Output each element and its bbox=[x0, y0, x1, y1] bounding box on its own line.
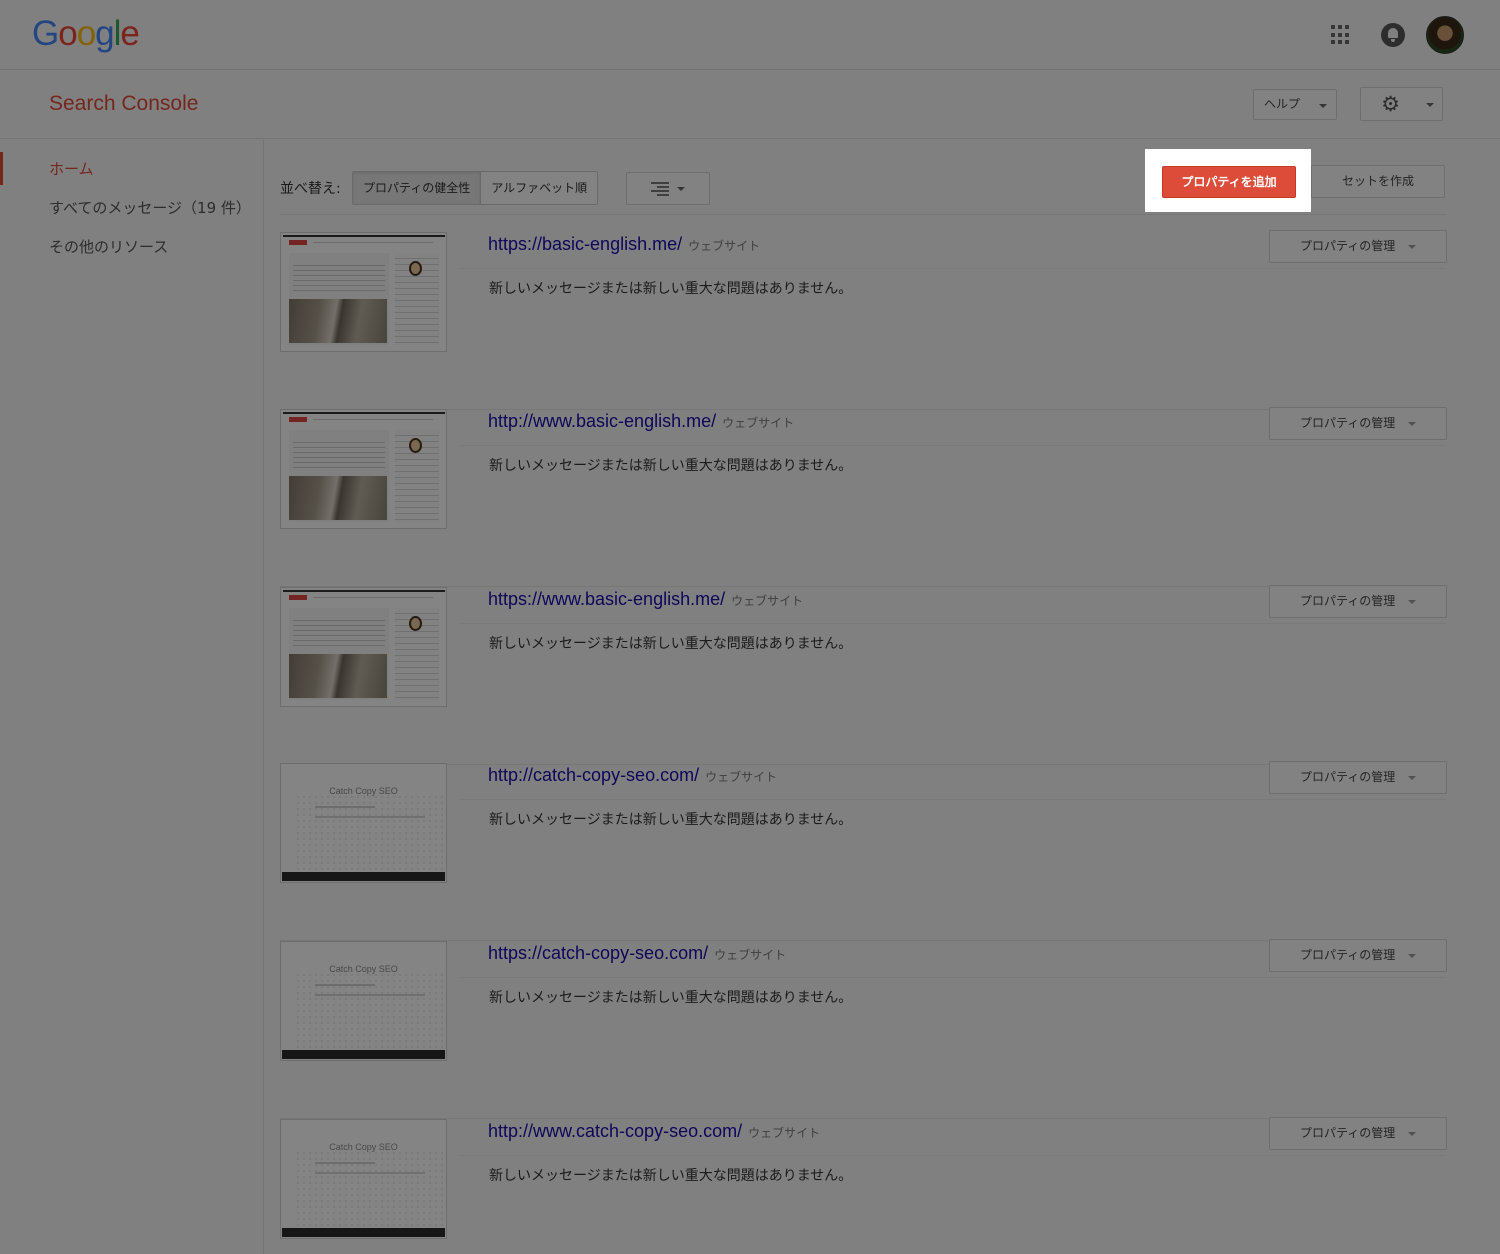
property-row: http://www.basic-english.me/ウェブサイト 新しいメッ… bbox=[280, 407, 1447, 587]
property-row: Catch Copy SEO http://catch-copy-seo.com… bbox=[280, 761, 1447, 941]
property-type: ウェブサイト bbox=[705, 770, 778, 784]
property-url-row: https://www.basic-english.me/ウェブサイト bbox=[488, 589, 803, 610]
sort-label: 並べ替え: bbox=[280, 181, 341, 197]
manage-property-button[interactable]: プロパティの管理 bbox=[1269, 407, 1447, 440]
site-thumbnail[interactable]: Catch Copy SEO bbox=[280, 1119, 447, 1239]
manage-property-button[interactable]: プロパティの管理 bbox=[1269, 939, 1447, 972]
property-row: https://www.basic-english.me/ウェブサイト 新しいメ… bbox=[280, 585, 1447, 765]
thumbnail-title: Catch Copy SEO bbox=[329, 1142, 398, 1152]
sidebar-item-all-messages[interactable]: すべてのメッセージ（19 件） bbox=[49, 197, 251, 218]
avatar[interactable] bbox=[1426, 16, 1464, 54]
manage-property-button[interactable]: プロパティの管理 bbox=[1269, 230, 1447, 263]
property-type: ウェブサイト bbox=[688, 239, 761, 253]
site-thumbnail[interactable] bbox=[280, 587, 447, 707]
divider bbox=[460, 623, 1446, 624]
thumbnail-title: Catch Copy SEO bbox=[329, 786, 398, 796]
property-link[interactable]: https://basic-english.me/ bbox=[488, 234, 682, 254]
property-type: ウェブサイト bbox=[748, 1126, 821, 1140]
sidebar-item-home[interactable]: ホーム bbox=[49, 158, 94, 179]
property-url-row: http://www.basic-english.me/ウェブサイト bbox=[488, 411, 794, 432]
property-row: Catch Copy SEO https://catch-copy-seo.co… bbox=[280, 939, 1447, 1119]
property-url-row: http://catch-copy-seo.com/ウェブサイト bbox=[488, 765, 777, 786]
property-type: ウェブサイト bbox=[731, 594, 804, 608]
notifications-icon[interactable] bbox=[1381, 23, 1405, 47]
manage-property-label: プロパティの管理 bbox=[1300, 416, 1396, 430]
active-nav-marker bbox=[0, 152, 3, 185]
manage-property-label: プロパティの管理 bbox=[1300, 948, 1396, 962]
chevron-down-icon bbox=[677, 187, 685, 191]
property-status-message: 新しいメッセージまたは新しい重大な問題はありません。 bbox=[489, 458, 853, 474]
property-link[interactable]: https://catch-copy-seo.com/ bbox=[488, 943, 708, 963]
property-link[interactable]: https://www.basic-english.me/ bbox=[488, 589, 725, 609]
divider bbox=[460, 268, 1446, 269]
product-header: Search Console ヘルプ ⚙ bbox=[0, 70, 1500, 139]
manage-property-label: プロパティの管理 bbox=[1300, 239, 1396, 253]
sidebar-item-other-resources[interactable]: その他のリソース bbox=[49, 236, 168, 257]
site-thumbnail[interactable]: Catch Copy SEO bbox=[280, 941, 447, 1061]
sidebar: ホーム すべてのメッセージ（19 件） その他のリソース bbox=[0, 140, 264, 1254]
site-thumbnail[interactable]: Catch Copy SEO bbox=[280, 763, 447, 883]
site-thumbnail[interactable] bbox=[280, 409, 447, 529]
add-property-button[interactable]: プロパティを追加 bbox=[1162, 166, 1296, 198]
property-type: ウェブサイト bbox=[714, 948, 787, 962]
property-row: https://basic-english.me/ウェブサイト 新しいメッセージ… bbox=[280, 230, 1447, 410]
chevron-down-icon bbox=[1408, 1132, 1416, 1136]
property-type: ウェブサイト bbox=[722, 416, 795, 430]
property-row: Catch Copy SEO http://www.catch-copy-seo… bbox=[280, 1117, 1447, 1254]
sort-by-health-button[interactable]: プロパティの健全性 bbox=[353, 172, 481, 204]
list-view-icon bbox=[651, 182, 669, 196]
site-thumbnail[interactable] bbox=[280, 232, 447, 352]
property-url-row: https://catch-copy-seo.com/ウェブサイト bbox=[488, 943, 786, 964]
chevron-down-icon bbox=[1408, 422, 1416, 426]
google-logo[interactable]: Google bbox=[32, 14, 140, 54]
divider bbox=[460, 445, 1446, 446]
product-title[interactable]: Search Console bbox=[49, 92, 198, 116]
manage-property-label: プロパティの管理 bbox=[1300, 1126, 1396, 1140]
chevron-down-icon bbox=[1426, 103, 1434, 107]
chevron-down-icon bbox=[1408, 245, 1416, 249]
manage-property-button[interactable]: プロパティの管理 bbox=[1269, 585, 1447, 618]
manage-property-button[interactable]: プロパティの管理 bbox=[1269, 1117, 1447, 1150]
chevron-down-icon bbox=[1408, 954, 1416, 958]
sort-alphabetical-button[interactable]: アルファベット順 bbox=[480, 172, 598, 204]
divider bbox=[460, 1155, 1446, 1156]
top-bar: Google bbox=[0, 0, 1500, 70]
chevron-down-icon bbox=[1319, 104, 1327, 108]
chevron-down-icon bbox=[1408, 600, 1416, 604]
property-link[interactable]: http://www.catch-copy-seo.com/ bbox=[488, 1121, 742, 1141]
thumbnail-title: Catch Copy SEO bbox=[329, 964, 398, 974]
property-status-message: 新しいメッセージまたは新しい重大な問題はありません。 bbox=[489, 990, 853, 1006]
property-url-row: https://basic-english.me/ウェブサイト bbox=[488, 234, 760, 255]
create-set-button[interactable]: セットを作成 bbox=[1311, 165, 1445, 198]
manage-property-label: プロパティの管理 bbox=[1300, 770, 1396, 784]
property-status-message: 新しいメッセージまたは新しい重大な問題はありません。 bbox=[489, 812, 853, 828]
help-button-label: ヘルプ bbox=[1264, 97, 1301, 111]
sort-toggle-group: プロパティの健全性 アルファベット順 bbox=[352, 171, 599, 205]
property-link[interactable]: http://catch-copy-seo.com/ bbox=[488, 765, 699, 785]
divider bbox=[460, 799, 1446, 800]
divider bbox=[460, 977, 1446, 978]
settings-button[interactable]: ⚙ bbox=[1360, 87, 1443, 121]
gear-icon: ⚙ bbox=[1381, 92, 1400, 116]
help-button[interactable]: ヘルプ bbox=[1253, 89, 1337, 120]
property-status-message: 新しいメッセージまたは新しい重大な問題はありません。 bbox=[489, 1168, 853, 1184]
divider bbox=[280, 214, 1446, 215]
manage-property-button[interactable]: プロパティの管理 bbox=[1269, 761, 1447, 794]
property-status-message: 新しいメッセージまたは新しい重大な問題はありません。 bbox=[489, 281, 853, 297]
chevron-down-icon bbox=[1408, 776, 1416, 780]
view-mode-button[interactable] bbox=[626, 172, 710, 205]
manage-property-label: プロパティの管理 bbox=[1300, 594, 1396, 608]
apps-icon[interactable] bbox=[1331, 25, 1351, 45]
property-link[interactable]: http://www.basic-english.me/ bbox=[488, 411, 716, 431]
property-status-message: 新しいメッセージまたは新しい重大な問題はありません。 bbox=[489, 636, 853, 652]
property-url-row: http://www.catch-copy-seo.com/ウェブサイト bbox=[488, 1121, 820, 1142]
